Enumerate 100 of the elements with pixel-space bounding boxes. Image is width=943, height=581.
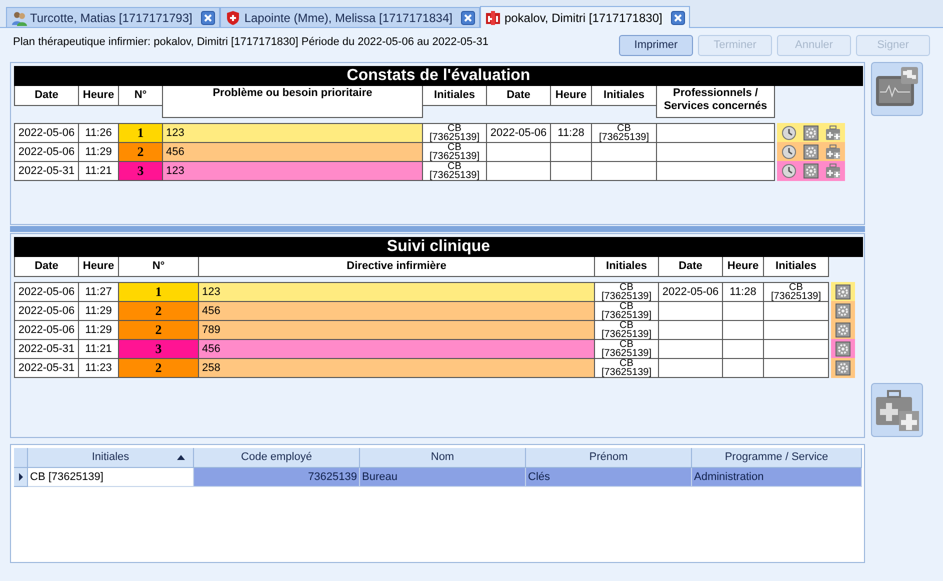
column-header: Heure bbox=[78, 257, 119, 277]
table-cell: 2022-05-31 bbox=[14, 161, 79, 181]
plan-header-text: Plan thérapeutique infirmier: pokalov, Dimitri [1717171830] Période du 2022-05-06 au 2022-05-31 bbox=[13, 35, 489, 50]
table-cell: CB [73625139] bbox=[594, 301, 659, 321]
close-icon[interactable] bbox=[671, 10, 686, 24]
patient-tab[interactable]: pokalov, Dimitri [1717171830] bbox=[480, 6, 690, 28]
medical-kit-plus-button[interactable] bbox=[871, 383, 923, 437]
table-cell bbox=[722, 358, 764, 378]
table-cell: 11:21 bbox=[78, 161, 119, 181]
column-header[interactable]: Code employé bbox=[194, 448, 360, 468]
medical-kit-icon[interactable] bbox=[825, 125, 841, 141]
people-icon bbox=[11, 10, 27, 26]
table-cell: CB [73625139] bbox=[594, 358, 659, 378]
table-cell: CB [73625139] bbox=[594, 339, 659, 359]
table-cell: CB [73625139] bbox=[28, 468, 194, 487]
column-header: Heure bbox=[78, 86, 119, 106]
table-cell: 123 bbox=[198, 282, 595, 302]
clock-icon[interactable] bbox=[781, 125, 797, 141]
priority-number: 2 bbox=[118, 358, 199, 378]
gear-icon[interactable] bbox=[835, 341, 851, 357]
table-cell: 2022-05-06 bbox=[14, 282, 79, 302]
gear-icon[interactable] bbox=[803, 144, 819, 160]
table-cell bbox=[763, 301, 829, 321]
gear-icon[interactable] bbox=[835, 322, 851, 338]
column-header: Date bbox=[658, 257, 723, 277]
gear-icon[interactable] bbox=[835, 360, 851, 376]
hospital-icon bbox=[485, 10, 502, 26]
table-cell: CB [73625139] bbox=[422, 161, 487, 181]
close-icon[interactable] bbox=[461, 10, 476, 24]
table-cell bbox=[658, 301, 723, 321]
action-button[interactable]: Imprimer bbox=[619, 35, 693, 56]
table-cell: CB [73625139] bbox=[422, 142, 487, 162]
column-header[interactable]: Programme / Service bbox=[692, 448, 862, 468]
table-cell bbox=[763, 358, 829, 378]
gear-icon[interactable] bbox=[835, 303, 851, 319]
priority-number: 1 bbox=[118, 123, 163, 143]
table-cell: 123 bbox=[162, 161, 423, 181]
clock-icon[interactable] bbox=[781, 163, 797, 179]
table-cell bbox=[486, 161, 551, 181]
patient-tab[interactable]: Turcotte, Matias [1717171793] bbox=[6, 7, 220, 27]
table-cell: CB [73625139] bbox=[422, 123, 487, 143]
priority-number: 2 bbox=[118, 301, 199, 321]
table-cell: Administration bbox=[692, 468, 862, 487]
table-cell bbox=[658, 339, 723, 359]
column-header: N° bbox=[118, 86, 163, 106]
gear-icon[interactable] bbox=[803, 163, 819, 179]
table-cell bbox=[550, 161, 592, 181]
table-cell: 2022-05-31 bbox=[14, 339, 79, 359]
section-title: Suivi clinique bbox=[14, 237, 863, 257]
gear-icon[interactable] bbox=[835, 284, 851, 300]
table-cell bbox=[591, 142, 657, 162]
column-header[interactable]: Nom bbox=[360, 448, 526, 468]
corner-header bbox=[14, 448, 28, 468]
patient-tab[interactable]: Lapointe (Mme), Melissa [1717171834] bbox=[220, 7, 480, 27]
table-cell: 11:21 bbox=[78, 339, 119, 359]
table-cell: 11:29 bbox=[78, 142, 119, 162]
close-icon[interactable] bbox=[201, 10, 216, 24]
medical-kit-icon[interactable] bbox=[825, 144, 841, 160]
table-cell: 258 bbox=[198, 358, 595, 378]
table-cell: 2022-05-06 bbox=[14, 123, 79, 143]
table-cell bbox=[722, 301, 764, 321]
column-header: Initiales bbox=[422, 86, 487, 106]
section-title: Constats de l'évaluation bbox=[14, 66, 863, 86]
table-cell bbox=[722, 320, 764, 340]
table-cell bbox=[722, 339, 764, 359]
medical-kit-icon[interactable] bbox=[825, 163, 841, 179]
clock-icon[interactable] bbox=[781, 144, 797, 160]
table-cell: 11:29 bbox=[78, 320, 119, 340]
row-pointer-icon bbox=[18, 473, 22, 481]
column-header: Initiales bbox=[591, 86, 657, 106]
table-cell: 2022-05-06 bbox=[14, 301, 79, 321]
column-header: Problème ou besoin prioritaire bbox=[162, 86, 423, 118]
gear-icon[interactable] bbox=[803, 125, 819, 141]
table-cell bbox=[486, 142, 551, 162]
table-cell: 2022-05-06 bbox=[658, 282, 723, 302]
column-header[interactable]: Initiales bbox=[28, 448, 194, 468]
row-header[interactable] bbox=[14, 468, 28, 487]
priority-number: 1 bbox=[118, 282, 199, 302]
table-cell: Clés bbox=[526, 468, 692, 487]
column-header: Directive infirmière bbox=[198, 257, 595, 277]
monitor-plus-button[interactable] bbox=[871, 62, 923, 116]
table-cell: 2022-05-06 bbox=[486, 123, 551, 143]
table-cell: 11:26 bbox=[78, 123, 119, 143]
column-header: N° bbox=[118, 257, 199, 277]
table-cell: 789 bbox=[198, 320, 595, 340]
table-cell: 456 bbox=[162, 142, 423, 162]
column-header: Heure bbox=[550, 86, 592, 106]
table-cell: 11:27 bbox=[78, 282, 119, 302]
column-header[interactable]: Prénom bbox=[526, 448, 692, 468]
table-cell bbox=[591, 161, 657, 181]
table-cell: 11:29 bbox=[78, 301, 119, 321]
shield-cross-icon bbox=[225, 10, 242, 26]
priority-number: 3 bbox=[118, 161, 163, 181]
table-cell: Bureau bbox=[360, 468, 526, 487]
table-cell: 456 bbox=[198, 339, 595, 359]
table-cell: 123 bbox=[162, 123, 423, 143]
column-header: Date bbox=[486, 86, 551, 106]
column-header: Heure bbox=[722, 257, 764, 277]
table-cell bbox=[658, 358, 723, 378]
column-header: Initiales bbox=[763, 257, 829, 277]
